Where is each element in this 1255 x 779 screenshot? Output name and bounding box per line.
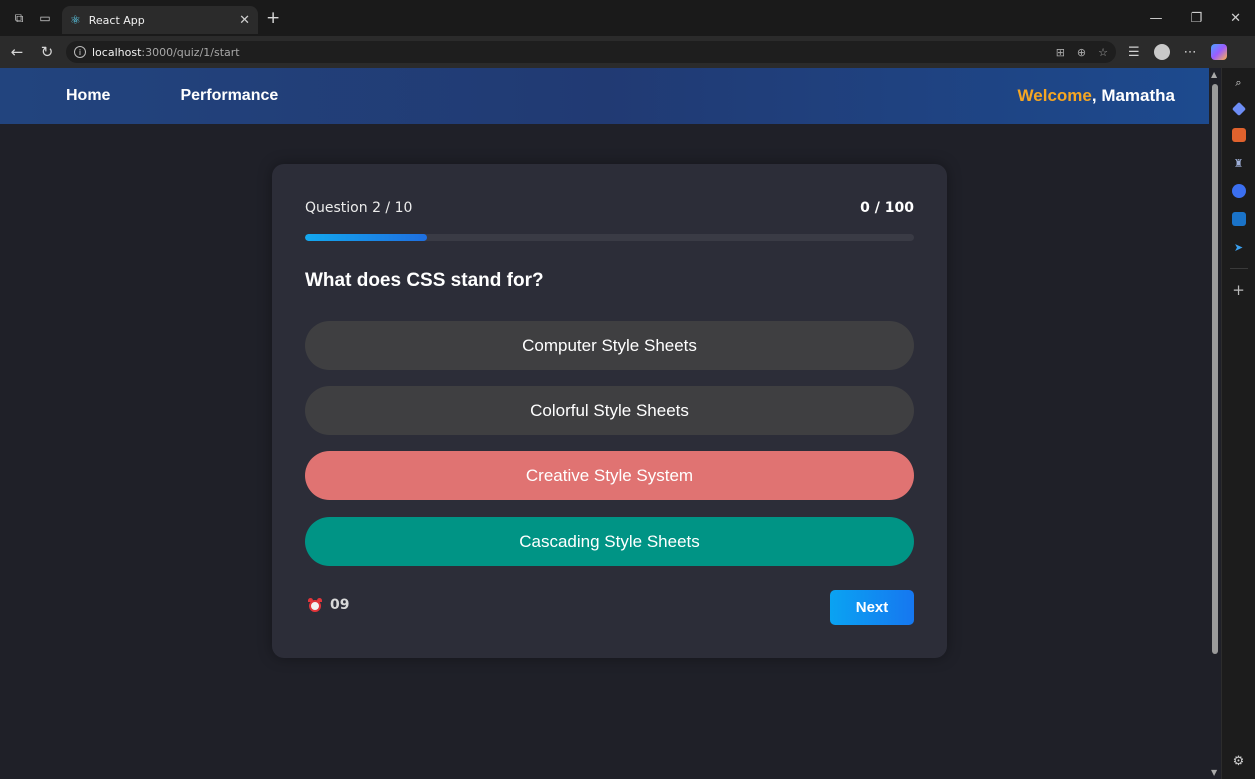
quiz-meta: Question 2 / 10 0 / 100 <box>305 200 914 216</box>
question-text: What does CSS stand for? <box>305 270 544 291</box>
games-icon[interactable]: ♜ <box>1232 156 1246 170</box>
sidebar-settings-icon[interactable]: ⚙ <box>1233 754 1245 769</box>
nav-home-link[interactable]: Home <box>66 87 110 105</box>
scroll-down-icon[interactable]: ▼ <box>1211 768 1217 777</box>
new-tab-icon[interactable]: + <box>266 8 280 28</box>
tab-actions-icon[interactable]: ▭ <box>38 11 52 25</box>
search-icon[interactable]: ⌕ <box>1232 76 1246 90</box>
back-icon[interactable]: ← <box>4 43 30 61</box>
close-window-icon[interactable]: ✕ <box>1230 11 1241 26</box>
alarm-clock-icon <box>308 598 322 612</box>
browser-titlebar: ⧉ ▭ ⚛ React App ✕ + — ❐ ✕ <box>0 0 1255 36</box>
progress-fill <box>305 234 427 241</box>
tools-icon[interactable] <box>1231 128 1246 142</box>
welcome-separator: , <box>1091 86 1102 105</box>
window-controls: — ❐ ✕ <box>1149 11 1255 26</box>
address-bar[interactable]: i localhost:3000/quiz/1/start ⊞ ⊕ ☆ <box>66 41 1116 63</box>
timer: 09 <box>308 597 349 613</box>
more-menu-icon[interactable]: ⋯ <box>1184 45 1197 60</box>
user-name: Mamatha <box>1101 86 1175 105</box>
edge-sidebar: ⌕ ♜ ➤ + ⚙ <box>1221 68 1255 779</box>
browser-tab[interactable]: ⚛ React App ✕ <box>62 6 258 34</box>
minimize-icon[interactable]: — <box>1149 11 1162 26</box>
nav-performance-link[interactable]: Performance <box>180 87 278 105</box>
next-button[interactable]: Next <box>830 590 914 625</box>
favorites-icon[interactable]: ☰ <box>1128 45 1140 60</box>
page-scrollbar[interactable]: ▲ ▼ <box>1209 68 1221 779</box>
restore-icon[interactable]: ❐ <box>1190 11 1202 26</box>
welcome-message: Welcome, Mamatha <box>1018 86 1175 106</box>
option-button[interactable]: Colorful Style Sheets <box>305 386 914 435</box>
url-path: :3000/quiz/1/start <box>141 45 240 59</box>
welcome-word: Welcome <box>1017 86 1092 105</box>
outlook-icon[interactable] <box>1231 212 1246 226</box>
option-button-wrong[interactable]: Creative Style System <box>305 451 914 500</box>
favorite-star-icon[interactable]: ☆ <box>1098 46 1108 59</box>
profile-avatar[interactable] <box>1153 44 1170 60</box>
tab-title: React App <box>88 13 145 27</box>
zoom-icon[interactable]: ⊕ <box>1077 46 1086 59</box>
telegram-icon[interactable]: ➤ <box>1232 240 1246 254</box>
shopping-tag-icon[interactable] <box>1231 101 1246 117</box>
scroll-thumb[interactable] <box>1212 84 1218 654</box>
progress-bar <box>305 234 914 241</box>
app-navbar: Home Performance Welcome, Mamatha <box>0 68 1209 124</box>
react-favicon-icon: ⚛ <box>70 13 81 27</box>
copilot-icon[interactable] <box>1210 44 1227 60</box>
option-button[interactable]: Computer Style Sheets <box>305 321 914 370</box>
scroll-up-icon[interactable]: ▲ <box>1211 70 1217 79</box>
app-available-icon[interactable]: ⊞ <box>1056 46 1065 59</box>
sidebar-divider <box>1229 268 1248 269</box>
workspaces-icon[interactable]: ⧉ <box>12 11 26 25</box>
close-tab-icon[interactable]: ✕ <box>239 13 250 28</box>
add-sidebar-app-icon[interactable]: + <box>1232 281 1246 299</box>
browser-toolbar: ← ↻ i localhost:3000/quiz/1/start ⊞ ⊕ ☆ … <box>0 36 1255 68</box>
timer-value: 09 <box>330 597 350 613</box>
site-info-icon[interactable]: i <box>74 46 86 58</box>
option-button-correct[interactable]: Cascading Style Sheets <box>305 517 914 566</box>
question-counter: Question 2 / 10 <box>305 200 413 216</box>
copilot-sidebar-icon[interactable] <box>1231 184 1246 198</box>
score: 0 / 100 <box>860 200 914 216</box>
refresh-icon[interactable]: ↻ <box>34 43 60 61</box>
quiz-card: Question 2 / 10 0 / 100 What does CSS st… <box>272 164 947 658</box>
url-host: localhost <box>92 45 142 59</box>
